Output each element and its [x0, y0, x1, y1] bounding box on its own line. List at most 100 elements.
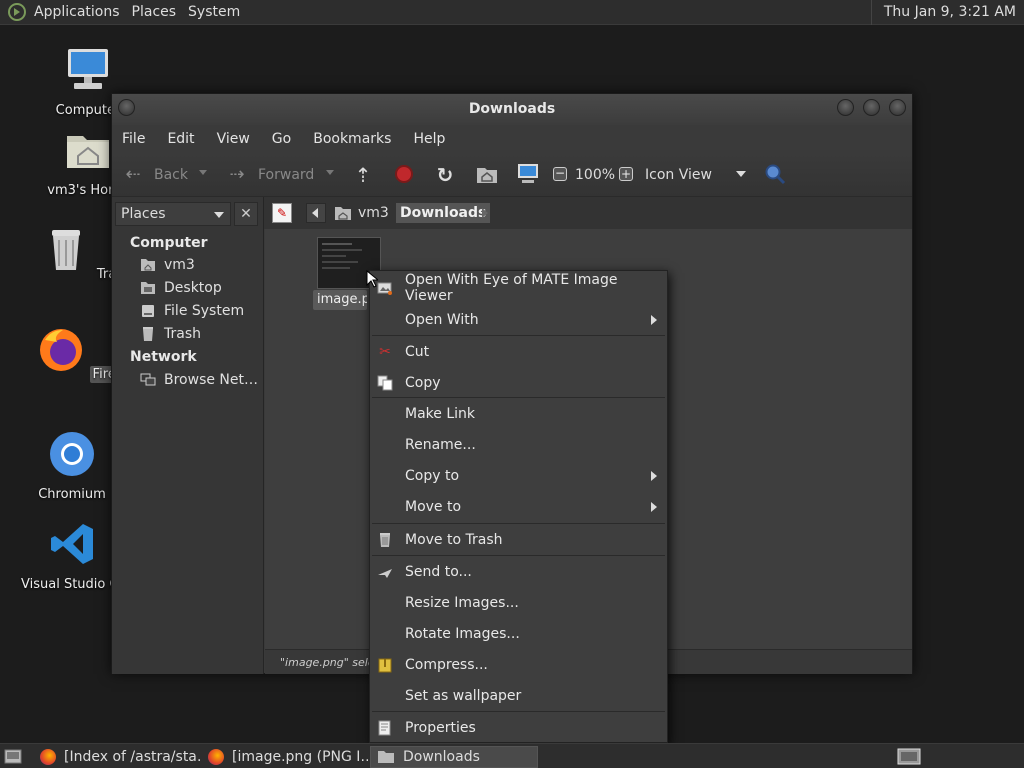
toolbar: ⇠ Back ⇢ Forward ⇡ ↻ − 100% + Icon View	[112, 153, 912, 197]
chevron-left-icon	[312, 208, 318, 218]
menu-item-rename[interactable]: Rename...	[370, 430, 667, 460]
menu-item-set-wallpaper[interactable]: Set as wallpaper	[370, 681, 667, 711]
submenu-arrow-icon	[651, 315, 657, 325]
menu-item-rotate-images[interactable]: Rotate Images...	[370, 619, 667, 649]
close-sidebar-button[interactable]: ✕	[234, 202, 258, 226]
file-name-label[interactable]: image.png	[313, 290, 367, 310]
workspace-switcher-icon[interactable]	[897, 748, 921, 765]
breadcrumb-scroll-right[interactable]	[482, 208, 488, 218]
menu-item-copy-to[interactable]: Copy to	[370, 461, 667, 491]
trash-icon	[380, 533, 390, 547]
firefox-icon	[40, 749, 56, 765]
menu-view[interactable]: View	[217, 131, 250, 147]
search-icon[interactable]	[764, 163, 786, 185]
properties-icon	[378, 720, 391, 736]
reload-icon[interactable]: ↻	[434, 163, 456, 187]
zoom-in-icon[interactable]: +	[619, 167, 633, 181]
sidebar-item-file-system[interactable]: File System	[140, 303, 244, 319]
chromium-icon	[50, 432, 94, 476]
breadcrumb-downloads[interactable]: Downloads	[396, 203, 491, 223]
menu-edit[interactable]: Edit	[167, 131, 194, 147]
system-menu[interactable]: System	[184, 4, 248, 20]
back-button[interactable]: ⇠ Back	[122, 164, 188, 186]
submenu-arrow-icon	[651, 471, 657, 481]
image-viewer-icon	[377, 282, 392, 295]
top-panel: Applications Places System Thu Jan 9, 3:…	[0, 0, 1024, 25]
computer-icon	[68, 49, 108, 89]
trash-icon	[51, 230, 80, 270]
window-menu-icon[interactable]	[118, 99, 135, 116]
places-menu[interactable]: Places	[128, 4, 185, 20]
archive-icon	[378, 658, 392, 673]
view-mode-select[interactable]: Icon View	[645, 167, 712, 183]
stop-icon[interactable]	[395, 165, 413, 183]
back-arrow-icon: ⇠	[125, 164, 141, 185]
sidebar-item-trash[interactable]: Trash	[140, 326, 201, 342]
folder-icon	[378, 751, 394, 763]
edit-location-icon[interactable]: ✎	[272, 203, 292, 223]
menu-file[interactable]: File	[122, 131, 145, 147]
forward-history-dropdown[interactable]	[326, 170, 334, 175]
menu-item-open-with[interactable]: Open With	[370, 305, 667, 335]
breadcrumb-vm3[interactable]: vm3	[334, 203, 389, 223]
send-icon	[378, 569, 392, 578]
vscode-icon	[51, 524, 93, 564]
menu-item-compress[interactable]: Compress...	[370, 650, 667, 680]
copy-icon	[377, 375, 393, 391]
window-titlebar[interactable]: Downloads	[112, 94, 912, 125]
forward-arrow-icon: ⇢	[229, 164, 245, 185]
sidebar-item-vm3[interactable]: vm3	[140, 257, 195, 273]
menubar: File Edit View Go Bookmarks Help	[112, 125, 912, 153]
sidebar-item-browse-network[interactable]: Browse Net…	[140, 372, 258, 388]
network-icon	[140, 373, 156, 386]
forward-button[interactable]: ⇢ Forward	[226, 164, 314, 186]
menu-item-open-with-eog[interactable]: Open With Eye of MATE Image Viewer	[370, 272, 667, 304]
menu-item-cut[interactable]: ✂ Cut	[370, 337, 667, 367]
menu-item-properties[interactable]: Properties	[370, 713, 667, 743]
sidebar-heading-network: Network	[130, 349, 197, 365]
menu-item-make-link[interactable]: Make Link	[370, 399, 667, 429]
mate-menu-icon[interactable]	[8, 3, 26, 21]
context-menu: Open With Eye of MATE Image Viewer Open …	[369, 270, 668, 743]
home-folder-icon	[67, 136, 109, 168]
drive-icon	[142, 305, 154, 317]
menu-go[interactable]: Go	[272, 131, 291, 147]
zoom-out-icon[interactable]: −	[553, 167, 567, 181]
mouse-cursor-icon	[366, 270, 378, 288]
clock[interactable]: Thu Jan 9, 3:21 AM	[870, 0, 1024, 25]
chevron-down-icon[interactable]	[736, 171, 746, 177]
home-icon[interactable]	[476, 164, 498, 184]
submenu-arrow-icon	[651, 502, 657, 512]
taskbar-item-firefox-index[interactable]: [Index of /astra/sta…	[34, 746, 200, 768]
home-folder-icon	[141, 259, 155, 271]
up-arrow-icon[interactable]: ⇡	[352, 163, 374, 187]
sidebar: Places ✕ Computer vm3 Desktop File Syste…	[112, 197, 264, 674]
menu-item-send-to[interactable]: Send to...	[370, 557, 667, 587]
breadcrumb-scroll-left[interactable]	[306, 203, 326, 223]
taskbar-item-downloads[interactable]: Downloads	[370, 746, 538, 768]
applications-menu[interactable]: Applications	[30, 4, 128, 20]
menu-item-move-to[interactable]: Move to	[370, 492, 667, 522]
menu-bookmarks[interactable]: Bookmarks	[313, 131, 391, 147]
back-history-dropdown[interactable]	[199, 170, 207, 175]
taskbar-item-firefox-image[interactable]: [image.png (PNG I…	[202, 746, 368, 768]
show-desktop-icon[interactable]	[4, 749, 22, 764]
menu-help[interactable]: Help	[413, 131, 445, 147]
desktop-icon-label: Chromium	[38, 487, 106, 502]
places-selector[interactable]: Places	[115, 202, 231, 226]
computer-icon[interactable]	[517, 163, 539, 185]
menu-item-copy[interactable]: Copy	[370, 368, 667, 398]
menu-item-move-to-trash[interactable]: Move to Trash	[370, 525, 667, 555]
sidebar-item-desktop[interactable]: Desktop	[140, 280, 222, 296]
bottom-panel: [Index of /astra/sta… [image.png (PNG I……	[0, 743, 1024, 768]
zoom-level[interactable]: 100%	[575, 167, 615, 183]
trash-icon	[143, 327, 153, 341]
desktop-folder-icon	[141, 282, 155, 294]
scissors-icon: ✂	[379, 344, 391, 360]
firefox-icon	[208, 749, 224, 765]
minimize-button[interactable]	[837, 99, 854, 116]
home-folder-icon	[335, 207, 351, 220]
maximize-button[interactable]	[863, 99, 880, 116]
close-button[interactable]	[889, 99, 906, 116]
menu-item-resize-images[interactable]: Resize Images...	[370, 588, 667, 618]
